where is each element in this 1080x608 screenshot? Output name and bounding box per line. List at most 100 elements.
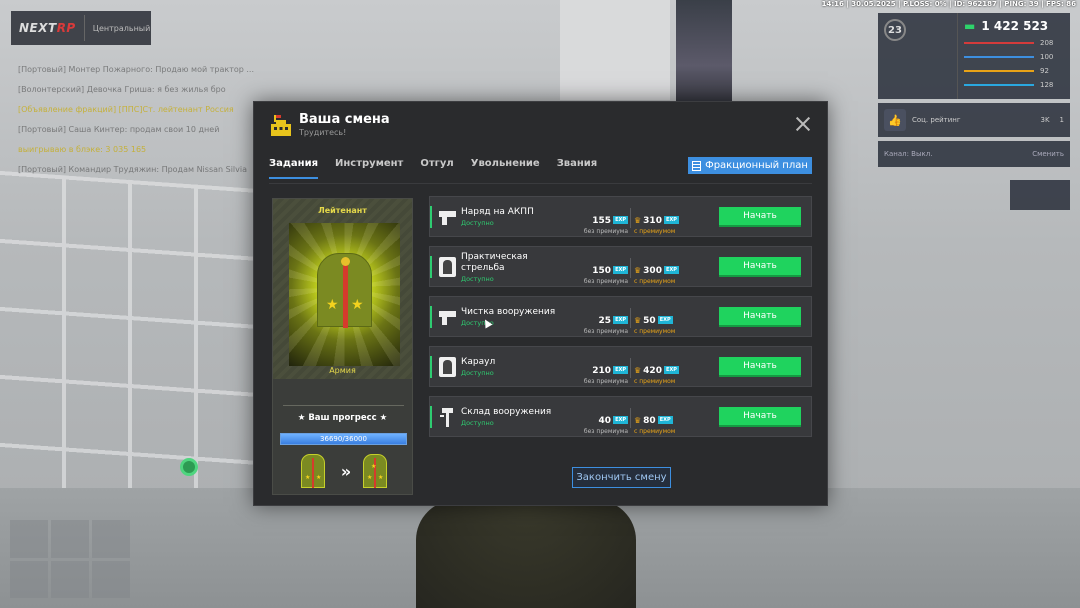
crown-icon: ♛ <box>634 266 642 275</box>
modal-subtitle: Трудитесь! <box>299 128 347 137</box>
map-marker-icon <box>180 458 198 476</box>
start-task-button[interactable]: Начать <box>719 257 801 277</box>
inventory-slot[interactable] <box>92 560 130 598</box>
next-rank-icon: ★ ★ ★ <box>363 454 387 488</box>
document-icon <box>692 160 702 171</box>
exp-value: 150 <box>592 266 612 276</box>
faction-plan-label: Фракционный план <box>705 160 808 171</box>
money-value: 1 422 523 <box>981 19 1049 33</box>
task-status: Доступно <box>461 419 494 427</box>
target-icon <box>439 357 456 377</box>
tab-leave[interactable]: Отгул <box>420 158 453 179</box>
logo-prefix: NEXT <box>19 21 57 35</box>
social-label: Соц. рейтинг <box>912 116 961 124</box>
social-rating[interactable]: 👍 Соц. рейтинг 3K 1 <box>878 103 1070 137</box>
task-row: Склад вооружения Доступно 40 EXP без преми… <box>429 396 812 437</box>
chat-line: [Портовый] Саша Кинтер: продам свои 10 д… <box>18 125 220 134</box>
rank-insignia: ★ ★ <box>289 223 400 366</box>
status-line: 14:16 | 30.05.2025 | P.LOSS: 0% | ID: 96… <box>821 0 1076 8</box>
logo-suffix: RP <box>56 21 76 35</box>
tab-resign[interactable]: Увольнение <box>471 158 540 179</box>
inventory-slot[interactable] <box>10 560 48 598</box>
armor-bar <box>964 56 1034 58</box>
task-row: Практическая стрельба Доступно 150 EXP без… <box>429 246 812 287</box>
task-name: Чистка вооружения <box>461 307 556 317</box>
chat-line: [Объявление фракций] [ППС]Ст. лейтенант … <box>18 105 234 114</box>
social-value: 3K <box>1040 116 1050 124</box>
player-stats-panel: 23 ▬ 1 422 523 208 100 92 128 👍 Соц. рейт… <box>878 13 1070 167</box>
wall-pillar <box>560 0 670 100</box>
social-count: 1 <box>1059 116 1064 124</box>
task-name: Практическая стрельба <box>461 252 528 273</box>
end-shift-button[interactable]: Закончить смену <box>572 467 671 488</box>
wrench-icon <box>440 408 453 427</box>
thirst-bar <box>964 84 1034 86</box>
progress-label: ★ Ваш прогресс ★ <box>297 413 388 423</box>
task-row: Чистка вооружения Доступно 25 EXP без прем… <box>429 296 812 337</box>
inventory-slots <box>10 520 130 598</box>
crown-icon: ♛ <box>634 216 642 225</box>
exp-value: 155 <box>592 216 612 226</box>
tab-tasks[interactable]: Задания <box>269 158 319 179</box>
task-name: Склад вооружения <box>461 407 552 417</box>
exp-premium-value: 80 <box>643 416 656 426</box>
modal-title: Ваша смена <box>299 112 390 127</box>
task-status: Доступно <box>461 369 494 377</box>
star-icon: ★ <box>351 297 364 313</box>
tab-tools[interactable]: Инструмент <box>335 158 403 179</box>
close-icon[interactable] <box>793 114 813 134</box>
gun-icon <box>439 307 456 327</box>
inventory-slot[interactable] <box>51 560 89 598</box>
chat-line: выигрываю в блэке: 3 035 165 <box>18 145 147 154</box>
crown-icon: ♛ <box>634 316 642 325</box>
exp-value: 25 <box>598 316 612 326</box>
exp-value: 210 <box>592 366 612 376</box>
task-status: Доступно <box>461 275 494 283</box>
channel-switch[interactable]: Сменить <box>1032 150 1064 158</box>
tile-wall <box>0 170 260 530</box>
rank-branch: Армия <box>329 366 356 375</box>
chat-line: [Портовый] Командир Трудяжин: Продам Nis… <box>18 165 248 174</box>
voice-channel[interactable]: Канал: Выкл. Сменить <box>878 141 1070 167</box>
inventory-slot[interactable] <box>10 520 48 558</box>
chat-log: [Портовый] Монтер Пожарного: Продаю мой … <box>18 60 258 180</box>
tab-ranks[interactable]: Звания <box>557 158 598 179</box>
thumbs-up-icon: 👍 <box>884 109 906 131</box>
task-name: Наряд на АКПП <box>461 207 534 217</box>
start-task-button[interactable]: Начать <box>719 307 801 327</box>
tab-divider <box>269 183 812 184</box>
inventory-slot[interactable] <box>92 520 130 558</box>
exp-premium-value: 50 <box>643 316 656 326</box>
wall-poster <box>676 0 732 110</box>
exp-premium-value: 310 <box>643 216 662 226</box>
star-icon: ★ <box>326 297 339 313</box>
thirst-value: 128 <box>1040 81 1054 89</box>
rank-card: Лейтенант ★ ★ Армия ★ Ваш прогресс ★ 366… <box>272 198 413 495</box>
start-task-button[interactable]: Начать <box>719 357 801 377</box>
rank-transition: ★ ★ » ★ ★ ★ <box>301 454 387 488</box>
modal-header: Ваша смена Трудитесь! <box>254 102 827 150</box>
rank-progress-bar: 36690/36000 <box>280 433 407 445</box>
rank-name: Лейтенант <box>318 206 367 215</box>
exp-premium-value: 420 <box>643 366 662 376</box>
building-icon <box>271 115 291 136</box>
calendar-icon[interactable] <box>1010 180 1070 210</box>
task-row: Наряд на АКПП Доступно 155 EXP без премиум… <box>429 196 812 237</box>
money-icon: ▬ <box>964 19 976 33</box>
gun-icon <box>439 207 456 227</box>
modal-tabs: Задания Инструмент Отгул Увольнение Зван… <box>269 158 614 179</box>
start-task-button[interactable]: Начать <box>719 207 801 227</box>
health-bar <box>964 42 1034 44</box>
start-task-button[interactable]: Начать <box>719 407 801 427</box>
task-status: Доступно <box>461 219 494 227</box>
hunger-bar <box>964 70 1034 72</box>
inventory-slot[interactable] <box>51 520 89 558</box>
progress-text: 36690/36000 <box>320 435 367 443</box>
chat-line: [Волонтерский] Девочка Гриша: я без жиль… <box>18 85 226 94</box>
target-icon <box>439 257 456 277</box>
player-character <box>416 500 636 608</box>
shoulder-strap-icon: ★ ★ <box>317 253 372 328</box>
crown-icon: ♛ <box>634 366 642 375</box>
faction-plan-button[interactable]: Фракционный план <box>688 157 812 174</box>
current-rank-icon: ★ ★ <box>301 454 325 488</box>
